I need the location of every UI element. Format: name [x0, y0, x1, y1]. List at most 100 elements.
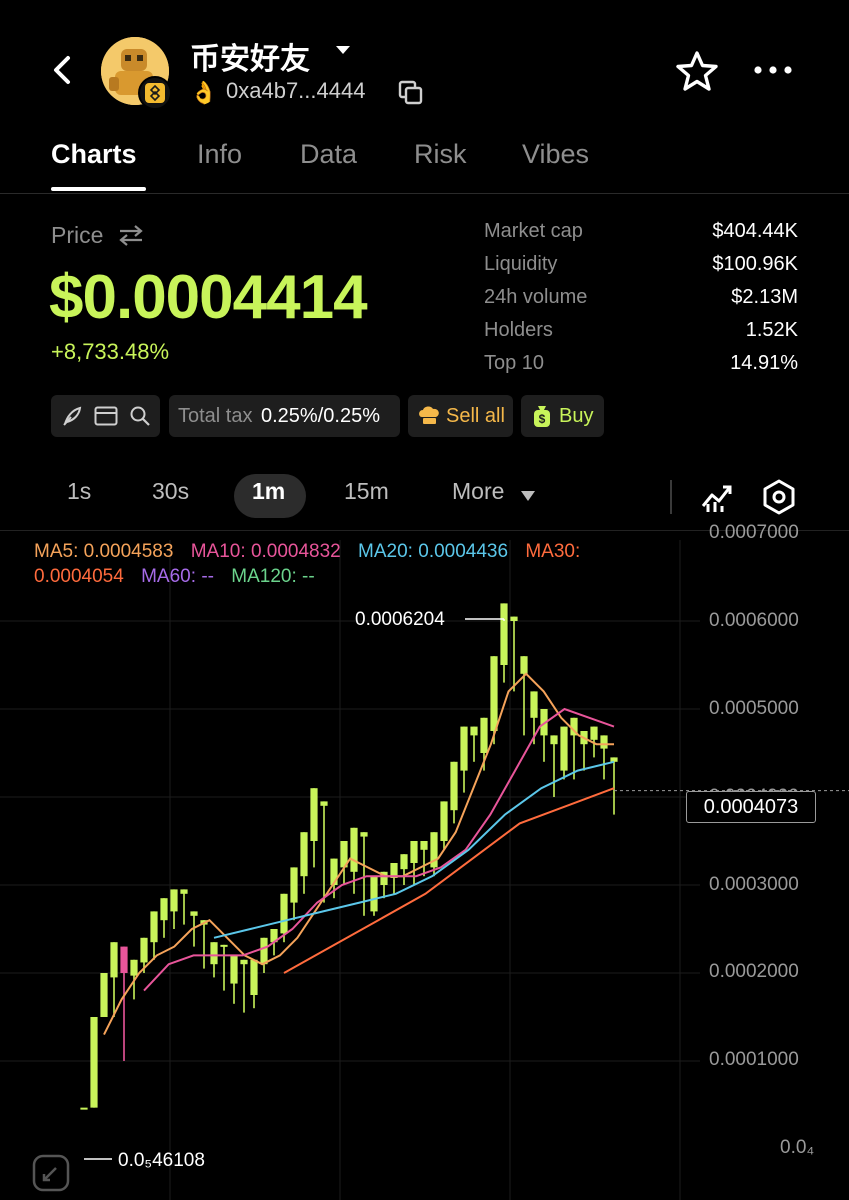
ma-legend-row-1: MA5: 0.0004583 MA10: 0.0004832 MA20: 0.0…	[34, 541, 580, 563]
website-icon[interactable]	[94, 406, 118, 426]
candle-body	[120, 946, 128, 973]
y-axis-tick: 0.0007000	[709, 522, 799, 543]
sell-all-button[interactable]: Sell all	[408, 395, 513, 437]
candle-body	[400, 854, 408, 870]
candle-body	[410, 841, 418, 863]
stat-value-market-cap: $404.44K	[712, 220, 798, 242]
timeframe-15m[interactable]: 15m	[344, 478, 389, 505]
total-tax-chip: Total tax 0.25%/0.25%	[169, 395, 400, 437]
buy-button[interactable]: $ Buy	[521, 395, 604, 437]
stat-value-liquidity: $100.96K	[712, 253, 798, 275]
chef-hat-icon	[419, 406, 439, 424]
candle-body	[140, 937, 148, 963]
timeframe-30s[interactable]: 30s	[152, 478, 189, 505]
stat-label-top10: Top 10	[484, 352, 545, 374]
candle-body	[460, 726, 468, 771]
y-axis-tick: 0.0003000	[709, 874, 799, 895]
token-dropdown-caret-icon[interactable]	[336, 46, 350, 54]
current-price: $0.0004414	[49, 263, 368, 332]
candle-body	[550, 735, 558, 745]
ma5-label: MA5:	[34, 541, 84, 562]
stat-value-volume: $2.13M	[731, 286, 798, 308]
candle-body	[330, 858, 338, 885]
ma30-value: 0.0004054	[34, 566, 124, 587]
candle-body	[280, 893, 288, 934]
tab-charts[interactable]: Charts	[51, 139, 137, 170]
candle-body	[350, 827, 358, 872]
ma20-label: MA20:	[358, 541, 419, 562]
tab-bar: Charts Info Data Risk Vibes	[0, 135, 849, 194]
candle-body	[90, 1017, 98, 1108]
candle-body	[210, 942, 218, 965]
candle-body	[250, 959, 258, 995]
stat-value-top10: 14.91%	[730, 352, 798, 374]
price-label: Price	[51, 222, 104, 248]
bnb-chain-icon	[138, 76, 172, 110]
stat-value-holders: 1.52K	[745, 319, 798, 341]
money-bag-icon: $	[534, 406, 550, 427]
copy-icon[interactable]	[398, 80, 424, 106]
tab-info[interactable]: Info	[197, 139, 242, 170]
candle-body	[490, 656, 498, 731]
token-name[interactable]: 币安好友	[190, 34, 310, 78]
token-header: 币安好友 👌 0xa4b7...4444	[0, 0, 849, 135]
svg-text:$: $	[539, 412, 546, 426]
timeframe-1s[interactable]: 1s	[67, 478, 91, 505]
stat-label-market-cap: Market cap	[484, 220, 583, 242]
candle-body	[130, 959, 138, 976]
candle-body	[500, 603, 508, 665]
active-tab-indicator	[51, 187, 146, 191]
candle-body	[160, 898, 168, 921]
tax-value: 0.25%/0.25%	[261, 405, 380, 427]
candle-body	[510, 616, 518, 621]
more-options-icon[interactable]	[752, 62, 794, 78]
candle-body	[440, 801, 448, 841]
timeframe-more[interactable]: More	[452, 478, 504, 505]
candle-body	[110, 942, 118, 978]
more-dropdown-caret-icon[interactable]	[520, 490, 536, 502]
timeframe-1m[interactable]: 1m	[252, 478, 285, 505]
indicators-icon[interactable]	[700, 480, 734, 514]
tax-label: Total tax	[178, 405, 253, 427]
candle-body	[420, 841, 428, 850]
ma60-label: MA60:	[141, 566, 202, 587]
search-icon[interactable]	[129, 405, 151, 427]
ma30-label: MA30:	[525, 541, 581, 562]
tab-data[interactable]: Data	[300, 139, 357, 170]
back-arrow-icon[interactable]	[46, 52, 80, 88]
y-axis-tick: 0.0002000	[709, 961, 799, 982]
candle-body	[260, 937, 268, 965]
high-price-label: 0.0006204	[355, 609, 445, 630]
stat-label-holders: Holders	[484, 319, 553, 341]
y-axis-tick: 0.0001000	[709, 1049, 799, 1070]
ma120-label: MA120:	[231, 566, 303, 587]
settings-hexagon-icon[interactable]	[762, 479, 796, 515]
price-change-percent: +8,733.48%	[51, 339, 170, 364]
low-price-label: 0.0₅46108	[118, 1150, 205, 1171]
candle-body	[150, 911, 158, 943]
candle-body	[240, 959, 248, 965]
ma10-label: MA10:	[190, 541, 251, 562]
fullscreen-icon[interactable]	[32, 1154, 70, 1192]
ok-hand-icon: 👌	[190, 80, 218, 105]
favorite-star-icon[interactable]	[675, 50, 719, 92]
candle-body	[590, 726, 598, 740]
y-axis-tick: 0.0006000	[709, 610, 799, 631]
y-axis-tick: 0.0005000	[709, 698, 799, 719]
candle-body	[230, 955, 238, 984]
buy-label: Buy	[559, 405, 594, 427]
sell-all-label: Sell all	[446, 405, 505, 427]
token-address: 0xa4b7...4444	[226, 78, 366, 103]
candle-body	[470, 726, 478, 736]
stat-label-liquidity: Liquidity	[484, 253, 558, 275]
candle-body	[450, 761, 458, 811]
candle-body	[180, 889, 188, 894]
tab-vibes[interactable]: Vibes	[522, 139, 589, 170]
candle-body	[220, 944, 228, 947]
last-price-marker: 0.0004073	[686, 791, 816, 823]
tab-risk[interactable]: Risk	[414, 139, 467, 170]
candle-body	[600, 735, 608, 749]
feather-icon[interactable]	[61, 405, 83, 427]
candle-body	[190, 911, 198, 916]
swap-currency-icon[interactable]	[118, 224, 144, 246]
